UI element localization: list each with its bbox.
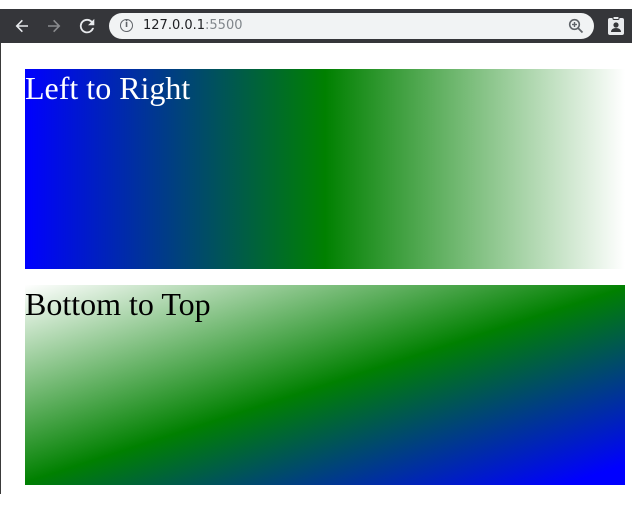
reload-button[interactable] (77, 16, 97, 36)
profile-icon[interactable] (607, 16, 625, 36)
arrow-right-icon (48, 19, 61, 33)
box-label: Bottom to Top (25, 286, 211, 322)
gradient-box-bottom-to-top: Bottom to Top (25, 285, 625, 485)
box-label: Left to Right (25, 70, 191, 106)
browser-toolbar: i 127.0.0.1:5500 (0, 9, 632, 43)
address-bar[interactable]: i 127.0.0.1:5500 (109, 13, 594, 39)
window-top-strip (0, 0, 632, 9)
url-text[interactable]: 127.0.0.1:5500 (143, 18, 243, 34)
url-host: 127.0.0.1 (143, 18, 206, 33)
gradient-box-left-to-right: Left to Right (25, 69, 625, 269)
zoom-icon[interactable] (568, 18, 584, 34)
back-button[interactable] (12, 16, 32, 36)
arrow-left-icon (15, 19, 28, 33)
reload-icon (79, 18, 95, 34)
url-port: :5500 (205, 18, 243, 33)
info-icon[interactable]: i (120, 19, 133, 32)
forward-button[interactable] (44, 16, 64, 36)
viewport-edge (0, 43, 1, 494)
